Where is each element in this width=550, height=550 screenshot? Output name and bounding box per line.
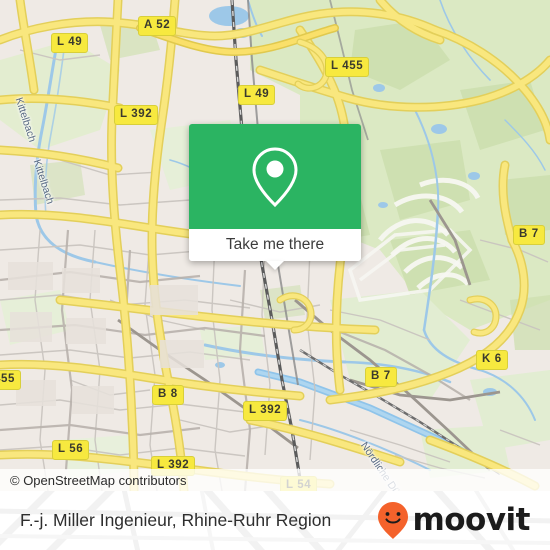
location-popup[interactable]: Take me there [189, 124, 361, 270]
road-shield: L 49 [238, 85, 276, 105]
moovit-wordmark: moovit [412, 502, 530, 538]
road-shield: B 8 [152, 385, 184, 405]
attribution-text: © OpenStreetMap contributors [10, 472, 187, 488]
map-attribution: © OpenStreetMap contributors [0, 469, 550, 491]
popup-pointer-tail [266, 261, 284, 270]
road-shield: 455 [0, 370, 21, 390]
map-pin-icon [252, 146, 298, 207]
road-shield: L 455 [325, 57, 370, 77]
road-shield: K 6 [476, 350, 508, 370]
popup-header [189, 124, 361, 229]
footer-bar: F.-j. Miller Ingenieur, Rhine-Ruhr Regio… [0, 491, 550, 550]
road-shield: L 56 [52, 440, 90, 460]
moovit-smiley-pin-icon [378, 501, 409, 539]
popup-action-bar[interactable]: Take me there [189, 229, 361, 270]
take-me-there-label: Take me there [225, 236, 325, 253]
moovit-location-card: A 52 L 49 L 455 L 49 L 392 B 7 K 6 B 7 B… [0, 0, 550, 550]
road-shield: L 392 [243, 401, 288, 421]
road-shield: B 7 [513, 225, 545, 245]
road-shield: A 52 [138, 16, 177, 36]
road-shield: B 7 [365, 367, 397, 387]
place-title: F.-j. Miller Ingenieur, Rhine-Ruhr Regio… [20, 510, 332, 530]
road-shield: L 392 [114, 105, 159, 125]
moovit-logo[interactable]: moovit [376, 491, 530, 550]
road-shield: L 49 [51, 33, 89, 53]
